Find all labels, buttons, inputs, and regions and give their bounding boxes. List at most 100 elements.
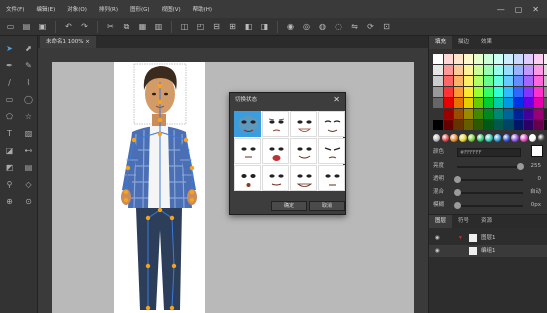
color-swatch[interactable] <box>484 54 493 64</box>
polygon-tool-icon[interactable]: ⬠ <box>0 108 19 125</box>
slider-knob[interactable] <box>454 189 461 196</box>
color-swatch[interactable] <box>444 65 453 75</box>
color-swatch[interactable] <box>514 54 523 64</box>
fill-tool-icon[interactable]: ◩ <box>0 159 19 176</box>
color-swatch[interactable] <box>464 87 473 97</box>
face-state-option[interactable] <box>234 138 261 164</box>
color-swatch[interactable] <box>464 109 473 119</box>
color-swatch[interactable] <box>504 65 513 75</box>
gradient-preset[interactable] <box>441 134 450 142</box>
current-color-swatch[interactable] <box>531 145 543 157</box>
color-swatch[interactable] <box>484 65 493 75</box>
gradient-preset[interactable] <box>467 134 476 142</box>
color-swatch[interactable] <box>484 98 493 108</box>
brightness-slider[interactable] <box>457 163 524 170</box>
shape-tool-icon[interactable]: ◪ <box>0 142 19 159</box>
color-swatch[interactable] <box>534 120 543 130</box>
color-swatch[interactable] <box>504 54 513 64</box>
face-state-option[interactable] <box>290 111 317 137</box>
blur-slider[interactable] <box>454 202 523 209</box>
color-swatch[interactable] <box>534 65 543 75</box>
color-swatch[interactable] <box>464 54 473 64</box>
color-swatch[interactable] <box>433 109 443 119</box>
menu-view[interactable]: 视图(V) <box>156 5 187 13</box>
send-back-icon[interactable]: ◨ <box>258 20 271 33</box>
color-swatch[interactable] <box>514 76 523 86</box>
gradient-preset[interactable] <box>433 134 441 142</box>
color-swatch[interactable] <box>534 76 543 86</box>
color-swatch[interactable] <box>444 87 453 97</box>
pencil-tool-icon[interactable]: ✎ <box>19 57 38 74</box>
cancel-button[interactable]: 取消 <box>309 201 345 211</box>
face-state-option[interactable] <box>234 111 261 137</box>
color-swatch[interactable] <box>524 98 533 108</box>
ellipse-tool-icon[interactable]: ◯ <box>19 91 38 108</box>
color-swatch[interactable] <box>494 54 503 64</box>
gradient-preset[interactable] <box>520 134 528 142</box>
tab-effects[interactable]: 效果 <box>475 36 498 49</box>
color-swatch[interactable] <box>494 109 503 119</box>
subtract-icon[interactable]: ◎ <box>300 20 313 33</box>
slider-knob[interactable] <box>516 163 524 170</box>
color-swatch[interactable] <box>514 65 523 75</box>
face-state-option[interactable] <box>262 111 289 137</box>
menu-help[interactable]: 帮助(H) <box>187 5 218 13</box>
color-swatch[interactable] <box>534 87 543 97</box>
color-swatch[interactable] <box>514 98 523 108</box>
close-window-button[interactable]: ✕ <box>532 5 539 14</box>
line-tool-icon[interactable]: ∕ <box>0 74 19 91</box>
color-swatch[interactable] <box>474 109 483 119</box>
color-swatch[interactable] <box>494 76 503 86</box>
color-swatch[interactable] <box>494 87 503 97</box>
copy-icon[interactable]: ⧉ <box>120 20 133 33</box>
delete-icon[interactable]: ▥ <box>152 20 165 33</box>
color-swatch[interactable] <box>524 87 533 97</box>
zoom-tool-icon[interactable]: ⊙ <box>19 193 38 210</box>
color-swatch[interactable] <box>524 120 533 130</box>
flip-icon[interactable]: ⇋ <box>348 20 361 33</box>
menu-object[interactable]: 对象(O) <box>61 5 93 13</box>
color-swatch[interactable] <box>514 120 523 130</box>
slider-knob[interactable] <box>454 202 461 209</box>
color-swatch[interactable] <box>494 120 503 130</box>
tab-layers[interactable]: 图层 <box>429 215 453 228</box>
gradient-tool-icon[interactable]: ▤ <box>19 159 38 176</box>
color-swatch[interactable] <box>474 76 483 86</box>
blend-slider[interactable] <box>454 189 523 196</box>
face-state-option[interactable] <box>318 111 345 137</box>
color-swatch[interactable] <box>444 54 453 64</box>
undo-icon[interactable]: ↶ <box>62 20 75 33</box>
color-swatch[interactable] <box>464 120 473 130</box>
intersect-icon[interactable]: ◍ <box>316 20 329 33</box>
expand-arrow-icon[interactable]: ▾ <box>459 232 462 244</box>
color-swatch[interactable] <box>464 76 473 86</box>
gradient-preset[interactable] <box>485 134 493 142</box>
group-icon[interactable]: ◫ <box>178 20 191 33</box>
image-tool-icon[interactable]: ▨ <box>19 125 38 142</box>
document-tab[interactable]: 未命名1 100% × <box>40 36 96 48</box>
color-swatch[interactable] <box>484 109 493 119</box>
rotate-icon[interactable]: ⟳ <box>364 20 377 33</box>
color-swatch[interactable] <box>484 76 493 86</box>
color-swatch[interactable] <box>454 120 463 130</box>
gradient-preset[interactable] <box>459 134 467 142</box>
color-swatch[interactable] <box>433 98 443 108</box>
save-icon[interactable]: ▣ <box>36 20 49 33</box>
color-swatch[interactable] <box>524 65 533 75</box>
face-state-option[interactable] <box>318 138 345 164</box>
tab-resources[interactable]: 资源 <box>475 215 498 228</box>
redo-icon[interactable]: ↷ <box>78 20 91 33</box>
gradient-preset[interactable] <box>494 134 502 142</box>
color-swatch[interactable] <box>433 54 443 64</box>
color-swatch[interactable] <box>444 76 453 86</box>
tab-stroke[interactable]: 描边 <box>452 36 475 49</box>
color-swatch[interactable] <box>444 120 453 130</box>
eraser-tool-icon[interactable]: ◇ <box>19 176 38 193</box>
color-swatch[interactable] <box>504 76 513 86</box>
node-tool-icon[interactable]: ⬈ <box>19 40 38 57</box>
bring-front-icon[interactable]: ◧ <box>242 20 255 33</box>
color-swatch[interactable] <box>433 87 443 97</box>
color-swatch[interactable] <box>474 87 483 97</box>
face-state-option[interactable] <box>318 165 345 191</box>
color-swatch[interactable] <box>474 98 483 108</box>
